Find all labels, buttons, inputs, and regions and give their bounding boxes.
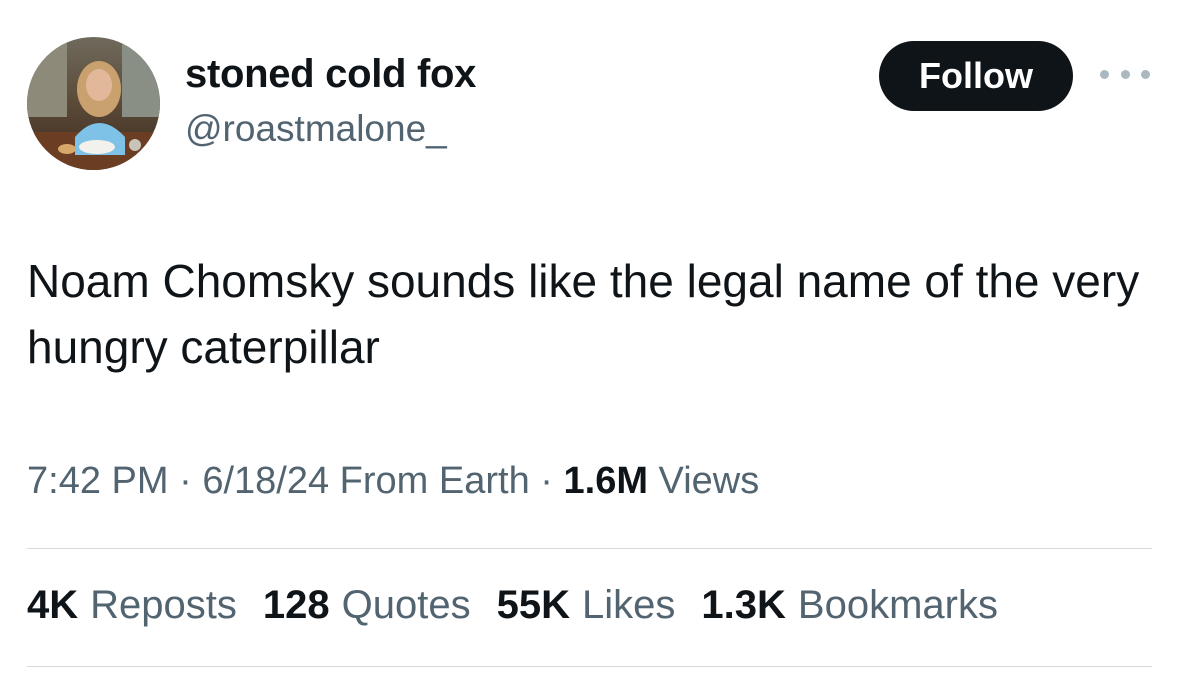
tweet-source: From Earth: [339, 460, 530, 502]
user-handle[interactable]: @roastmalone_: [185, 108, 447, 150]
likes-count: 55K: [496, 583, 570, 627]
more-dot: [1100, 69, 1109, 79]
follow-button[interactable]: Follow: [879, 41, 1073, 111]
tweet-meta: 7:42 PM · 6/18/24 From Earth · 1.6M View…: [27, 460, 759, 503]
reposts-label: Reposts: [90, 583, 237, 627]
reposts-count: 4K: [27, 583, 79, 627]
divider: [27, 548, 1152, 549]
bookmarks-label: Bookmarks: [797, 583, 998, 627]
more-dot: [1120, 69, 1130, 79]
divider: [27, 666, 1152, 667]
views-count: 1.6M: [563, 460, 648, 502]
more-horizontal-icon[interactable]: [1100, 64, 1150, 84]
bookmarks-count: 1.3K: [701, 583, 786, 627]
tweet-text: Noam Chomsky sounds like the legal name …: [27, 255, 1140, 373]
engagement-stats: 4K Reposts 128 Quotes 55K Likes 1.3K Bookmar…: [27, 583, 998, 628]
meta-separator: ·: [540, 460, 553, 502]
meta-separator: ·: [179, 460, 192, 502]
more-dot: [1141, 69, 1150, 79]
stat-quotes[interactable]: 128 Quotes: [263, 583, 471, 628]
likes-label: Likes: [582, 583, 676, 627]
stat-bookmarks[interactable]: 1.3K Bookmarks: [701, 583, 998, 628]
display-name[interactable]: stoned cold fox: [185, 52, 476, 97]
stat-reposts[interactable]: 4K Reposts: [27, 583, 237, 628]
tweet-date[interactable]: 6/18/24: [202, 460, 329, 502]
stat-likes[interactable]: 55K Likes: [497, 583, 676, 628]
quotes-label: Quotes: [341, 583, 471, 627]
tweet-time[interactable]: 7:42 PM: [27, 460, 169, 502]
avatar[interactable]: [27, 37, 160, 170]
views-label: Views: [658, 460, 760, 502]
quotes-count: 128: [262, 583, 330, 627]
tweet-card: stoned cold fox @roastmalone_ Follow Noa…: [0, 0, 1179, 700]
